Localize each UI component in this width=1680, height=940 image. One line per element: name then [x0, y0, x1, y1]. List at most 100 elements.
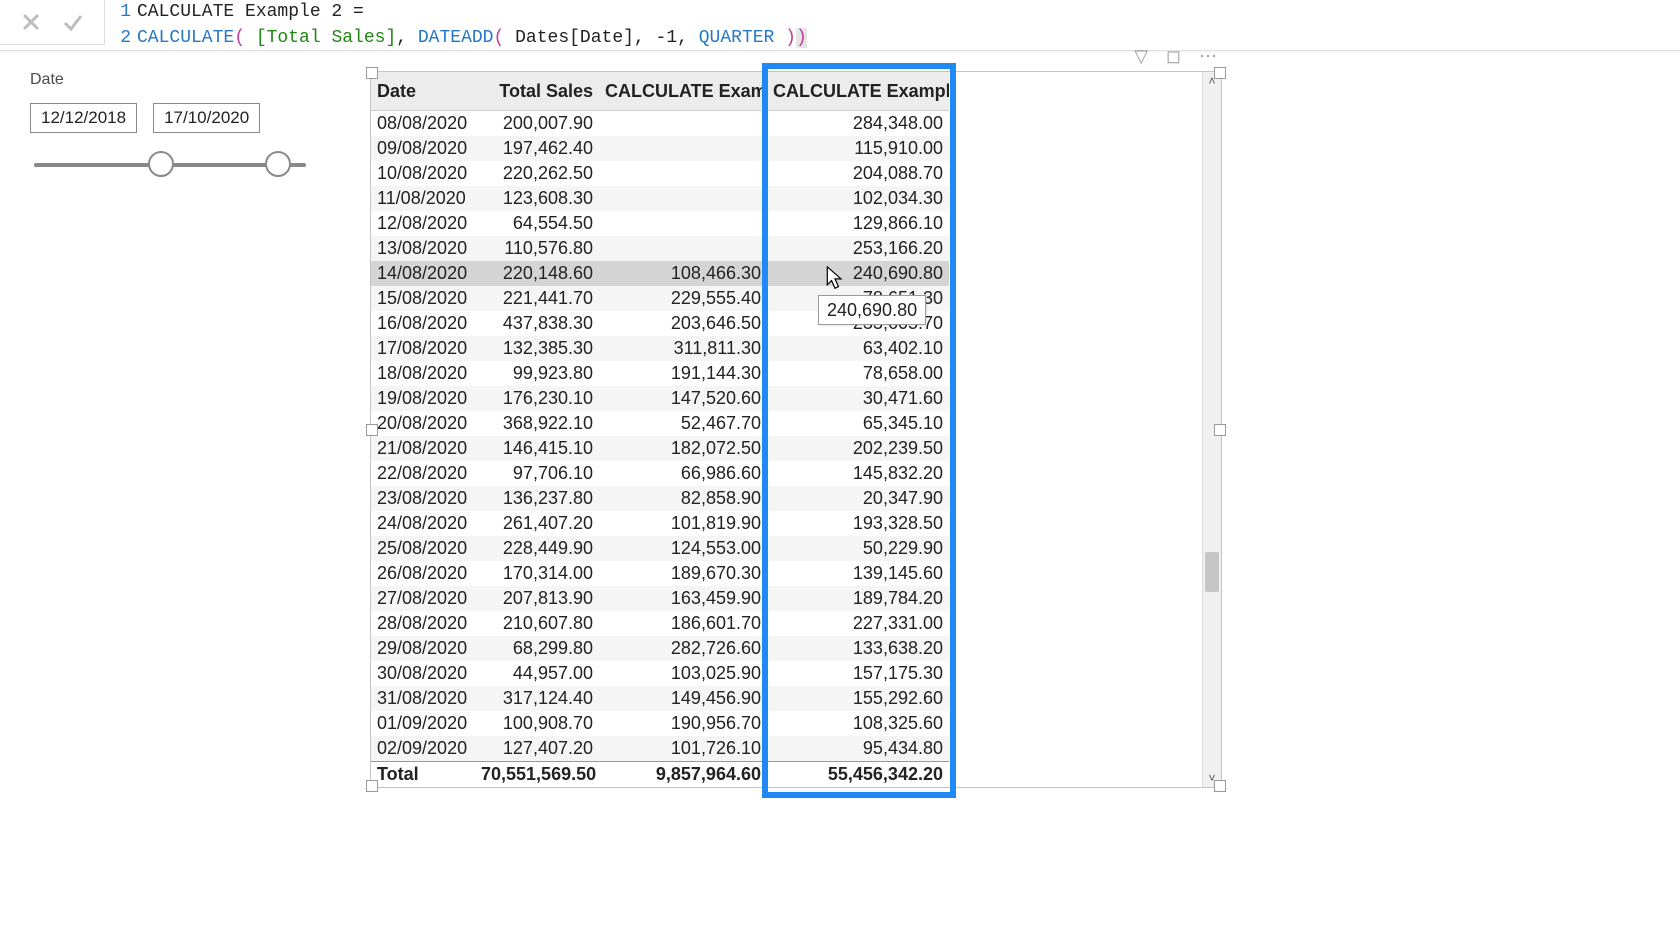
focus-icon[interactable]: ◻ — [1166, 46, 1181, 67]
cell-calc-ex2[interactable]: 202,239.50 — [767, 436, 949, 461]
cell-calc-ex1[interactable]: 191,144.30 — [599, 361, 767, 386]
cell-calc-ex2[interactable]: 189,784.20 — [767, 586, 949, 611]
cell-total-sales[interactable]: 132,385.30 — [475, 336, 599, 361]
cancel-icon[interactable] — [19, 10, 43, 34]
cell-calc-ex2[interactable]: 145,832.20 — [767, 461, 949, 486]
cell-total-sales[interactable]: 261,407.20 — [475, 511, 599, 536]
cell-total-sales[interactable]: 197,462.40 — [475, 136, 599, 161]
more-icon[interactable]: ⋯ — [1199, 46, 1217, 67]
cell-calc-ex2[interactable]: 227,331.00 — [767, 611, 949, 636]
cell-calc-ex1[interactable]: 229,555.40 — [599, 286, 767, 311]
cell-total-sales[interactable]: 100,908.70 — [475, 711, 599, 736]
cell-date[interactable]: 30/08/2020 — [371, 661, 475, 686]
cell-calc-ex1[interactable] — [599, 161, 767, 186]
cell-calc-ex1[interactable]: 82,858.90 — [599, 486, 767, 511]
cell-date[interactable]: 08/08/2020 — [371, 111, 475, 136]
cell-calc-ex2[interactable]: 115,910.00 — [767, 136, 949, 161]
vertical-scrollbar[interactable]: ˄ ˅ — [1202, 72, 1221, 787]
date-slicer[interactable]: Date 12/12/2018 17/10/2020 — [30, 71, 310, 788]
cell-calc-ex1[interactable]: 149,456.90 — [599, 686, 767, 711]
cell-calc-ex1[interactable]: 52,467.70 — [599, 411, 767, 436]
cell-calc-ex1[interactable]: 124,553.00 — [599, 536, 767, 561]
resize-handle[interactable] — [366, 780, 378, 792]
cell-date[interactable]: 02/09/2020 — [371, 736, 475, 761]
cell-calc-ex1[interactable] — [599, 236, 767, 261]
cell-calc-ex2[interactable]: 193,328.50 — [767, 511, 949, 536]
cell-total-sales[interactable]: 110,576.80 — [475, 236, 599, 261]
cell-calc-ex1[interactable] — [599, 111, 767, 136]
cell-date[interactable]: 19/08/2020 — [371, 386, 475, 411]
cell-total-sales[interactable]: 317,124.40 — [475, 686, 599, 711]
cell-total-sales[interactable]: 220,262.50 — [475, 161, 599, 186]
cell-calc-ex2[interactable]: 133,638.20 — [767, 636, 949, 661]
cell-calc-ex1[interactable] — [599, 211, 767, 236]
cell-total-sales[interactable]: 146,415.10 — [475, 436, 599, 461]
filter-icon[interactable]: ▽ — [1134, 46, 1148, 67]
cell-total-sales[interactable]: 68,299.80 — [475, 636, 599, 661]
resize-handle[interactable] — [1214, 780, 1226, 792]
cell-calc-ex1[interactable] — [599, 186, 767, 211]
resize-handle[interactable] — [366, 424, 378, 436]
cell-total-sales[interactable]: 123,608.30 — [475, 186, 599, 211]
cell-calc-ex2[interactable]: 129,866.10 — [767, 211, 949, 236]
column-header-date[interactable]: Date — [371, 72, 475, 111]
cell-calc-ex1[interactable]: 182,072.50 — [599, 436, 767, 461]
resize-handle[interactable] — [366, 67, 378, 79]
slicer-slider[interactable] — [34, 151, 306, 177]
cell-calc-ex2[interactable]: 65,345.10 — [767, 411, 949, 436]
cell-calc-ex2[interactable]: 204,088.70 — [767, 161, 949, 186]
cell-calc-ex2[interactable]: 102,034.30 — [767, 186, 949, 211]
cell-calc-ex1[interactable]: 203,646.50 — [599, 311, 767, 336]
cell-total-sales[interactable]: 127,407.20 — [475, 736, 599, 761]
cell-date[interactable]: 13/08/2020 — [371, 236, 475, 261]
cell-calc-ex2[interactable]: 253,166.20 — [767, 236, 949, 261]
cell-calc-ex1[interactable]: 190,956.70 — [599, 711, 767, 736]
cell-date[interactable]: 29/08/2020 — [371, 636, 475, 661]
cell-date[interactable]: 12/08/2020 — [371, 211, 475, 236]
cell-date[interactable]: 01/09/2020 — [371, 711, 475, 736]
cell-date[interactable]: 26/08/2020 — [371, 561, 475, 586]
cell-total-sales[interactable]: 64,554.50 — [475, 211, 599, 236]
cell-date[interactable]: 17/08/2020 — [371, 336, 475, 361]
cell-date[interactable]: 25/08/2020 — [371, 536, 475, 561]
cell-calc-ex1[interactable]: 186,601.70 — [599, 611, 767, 636]
cell-total-sales[interactable]: 221,441.70 — [475, 286, 599, 311]
cell-calc-ex2[interactable]: 157,175.30 — [767, 661, 949, 686]
cell-total-sales[interactable]: 176,230.10 — [475, 386, 599, 411]
cell-date[interactable]: 16/08/2020 — [371, 311, 475, 336]
cell-calc-ex1[interactable]: 101,819.90 — [599, 511, 767, 536]
resize-handle[interactable] — [1214, 67, 1226, 79]
cell-calc-ex2[interactable]: 108,325.60 — [767, 711, 949, 736]
cell-date[interactable]: 27/08/2020 — [371, 586, 475, 611]
cell-calc-ex2[interactable]: 50,229.90 — [767, 536, 949, 561]
cell-calc-ex1[interactable]: 101,726.10 — [599, 736, 767, 761]
cell-total-sales[interactable]: 136,237.80 — [475, 486, 599, 511]
column-header-calc-ex1[interactable]: CALCULATE Examples — [599, 72, 767, 111]
cell-total-sales[interactable]: 170,314.00 — [475, 561, 599, 586]
column-header-total-sales[interactable]: Total Sales — [475, 72, 599, 111]
cell-total-sales[interactable]: 44,957.00 — [475, 661, 599, 686]
cell-calc-ex2[interactable]: 284,348.00 — [767, 111, 949, 136]
formula-editor[interactable]: 1 CALCULATE Example 2 = 2 CALCULATE( [To… — [105, 0, 813, 50]
cell-date[interactable]: 23/08/2020 — [371, 486, 475, 511]
cell-date[interactable]: 14/08/2020 — [371, 261, 475, 286]
cell-calc-ex1[interactable]: 103,025.90 — [599, 661, 767, 686]
cell-calc-ex1[interactable]: 282,726.60 — [599, 636, 767, 661]
cell-total-sales[interactable]: 99,923.80 — [475, 361, 599, 386]
table-visual[interactable]: ▽ ◻ ⋯ Date 08/08/202009/08/202010/08/202… — [370, 71, 1222, 788]
cell-total-sales[interactable]: 368,922.10 — [475, 411, 599, 436]
cell-date[interactable]: 21/08/2020 — [371, 436, 475, 461]
cell-calc-ex2[interactable]: 95,434.80 — [767, 736, 949, 761]
cell-calc-ex2[interactable]: 155,292.60 — [767, 686, 949, 711]
cell-total-sales[interactable]: 437,838.30 — [475, 311, 599, 336]
slicer-to[interactable]: 17/10/2020 — [153, 103, 260, 133]
cell-total-sales[interactable]: 200,007.90 — [475, 111, 599, 136]
cell-calc-ex2[interactable]: 20,347.90 — [767, 486, 949, 511]
cell-calc-ex1[interactable]: 66,986.60 — [599, 461, 767, 486]
cell-total-sales[interactable]: 228,449.90 — [475, 536, 599, 561]
cell-date[interactable]: 18/08/2020 — [371, 361, 475, 386]
cell-total-sales[interactable]: 210,607.80 — [475, 611, 599, 636]
cell-date[interactable]: 28/08/2020 — [371, 611, 475, 636]
cell-date[interactable]: 31/08/2020 — [371, 686, 475, 711]
cell-date[interactable]: 24/08/2020 — [371, 511, 475, 536]
